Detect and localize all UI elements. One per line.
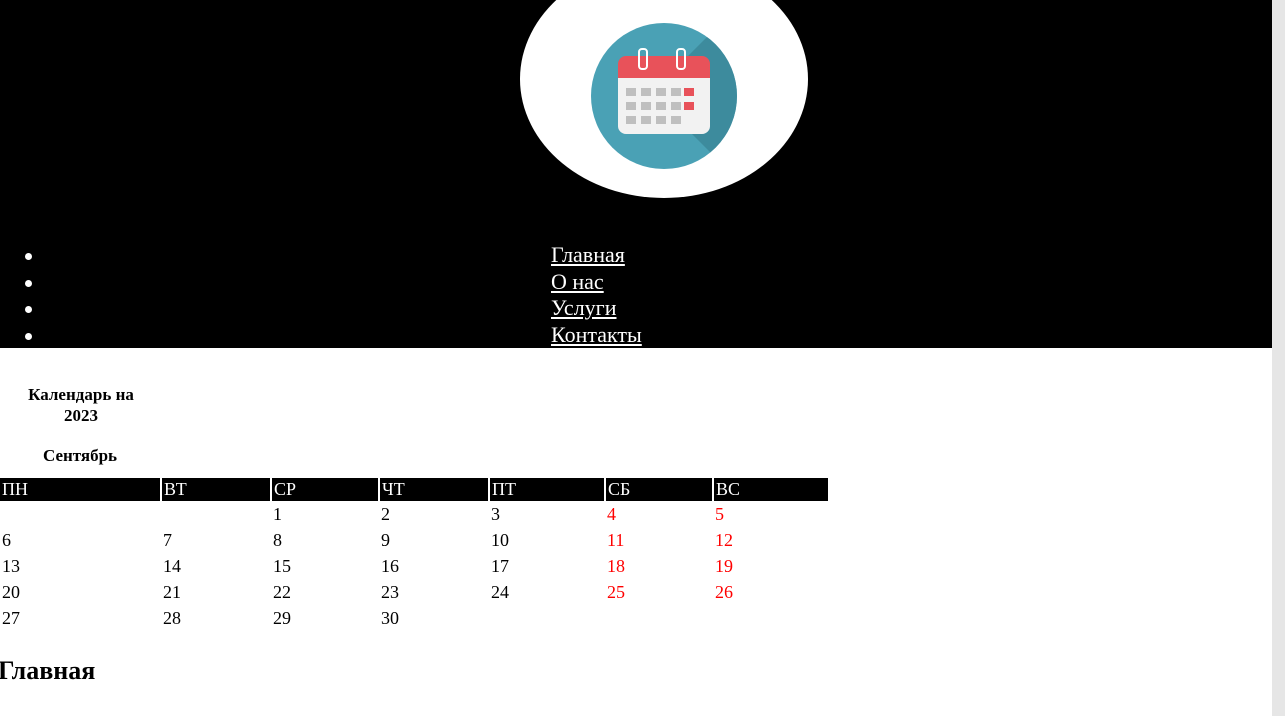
bullet xyxy=(25,279,32,287)
weekday-sat: СБ xyxy=(604,478,713,501)
main-navigation: Главная О нас Услуги Контакты xyxy=(0,243,1272,349)
day-cell: 17 xyxy=(491,555,509,576)
bullet xyxy=(25,306,32,313)
table-row: 13 14 15 16 17 18 19 xyxy=(0,553,828,579)
calendar-title: Календарь на 2023 xyxy=(28,385,134,425)
site-header: Главная О нас Услуги Контакты xyxy=(0,0,1272,348)
weekend-day-cell: 26 xyxy=(715,581,733,602)
day-cell: 30 xyxy=(381,607,399,628)
weekend-day-cell xyxy=(713,605,828,631)
day-cell: 7 xyxy=(163,529,172,550)
calendar-month: Сентябрь xyxy=(42,446,118,465)
day-cell: 2 xyxy=(381,503,390,524)
day-cell: 8 xyxy=(273,529,282,550)
day-cell: 29 xyxy=(273,607,291,628)
weekday-thu: ЧТ xyxy=(378,478,489,501)
weekday-sun: ВС xyxy=(712,478,828,501)
nav-link-home[interactable]: Главная xyxy=(551,243,625,267)
bullet xyxy=(25,253,32,260)
nav-item-home: Главная xyxy=(0,243,1272,270)
weekday-mon: ПН xyxy=(0,478,161,501)
day-cell: 27 xyxy=(2,607,20,628)
weekend-day-cell: 25 xyxy=(607,581,625,602)
weekday-wed: СР xyxy=(270,478,379,501)
day-cell: 14 xyxy=(163,555,181,576)
day-cell: 6 xyxy=(2,529,11,550)
day-cell: 1 xyxy=(273,503,282,524)
weekend-day-cell: 11 xyxy=(607,529,625,550)
day-cell: 22 xyxy=(273,581,291,602)
nav-item-services: Услуги xyxy=(0,296,1272,323)
bullet xyxy=(25,332,32,340)
nav-link-about[interactable]: О нас xyxy=(551,269,604,294)
nav-item-about: О нас xyxy=(0,269,1272,297)
day-cell: 9 xyxy=(381,529,390,550)
day-cell: 20 xyxy=(2,581,20,602)
calendar-table: ПН ВТ СР ЧТ ПТ СБ ВС 1 2 3 4 5 6 7 8 9 1… xyxy=(0,478,828,631)
weekend-day-cell: 18 xyxy=(607,555,625,576)
day-cell: 23 xyxy=(381,581,399,602)
scrollbar[interactable] xyxy=(1272,0,1285,716)
nav-link-contacts[interactable]: Контакты xyxy=(551,322,642,347)
nav-link-services[interactable]: Услуги xyxy=(551,296,616,320)
weekend-day-cell xyxy=(605,605,713,631)
weekday-header-row: ПН ВТ СР ЧТ ПТ СБ ВС xyxy=(0,478,828,501)
day-cell: 28 xyxy=(163,607,181,628)
day-cell: 24 xyxy=(491,581,509,602)
nav-item-contacts: Контакты xyxy=(0,322,1272,350)
calendar-icon-graphic xyxy=(618,48,710,134)
day-cell: 10 xyxy=(491,529,509,550)
day-cell: 3 xyxy=(491,503,500,524)
day-cell: 21 xyxy=(163,581,181,602)
weekday-fri: ПТ xyxy=(488,478,605,501)
weekend-day-cell: 4 xyxy=(607,503,616,524)
table-row: 20 21 22 23 24 25 26 xyxy=(0,579,828,605)
day-cell xyxy=(161,501,271,527)
day-cell: 15 xyxy=(273,555,291,576)
weekend-day-cell: 5 xyxy=(715,503,724,524)
day-cell xyxy=(0,501,161,527)
table-row: 1 2 3 4 5 xyxy=(0,501,828,527)
day-cell: 13 xyxy=(2,555,20,576)
day-cell xyxy=(489,605,605,631)
weekday-tue: ВТ xyxy=(160,478,271,501)
table-row: 6 7 8 9 10 11 12 xyxy=(0,527,828,553)
day-cell: 16 xyxy=(381,555,399,576)
table-row: 27 28 29 30 xyxy=(0,605,828,631)
page-heading: Главная xyxy=(0,656,96,685)
weekend-day-cell: 19 xyxy=(715,555,733,576)
weekend-day-cell: 12 xyxy=(715,529,733,550)
